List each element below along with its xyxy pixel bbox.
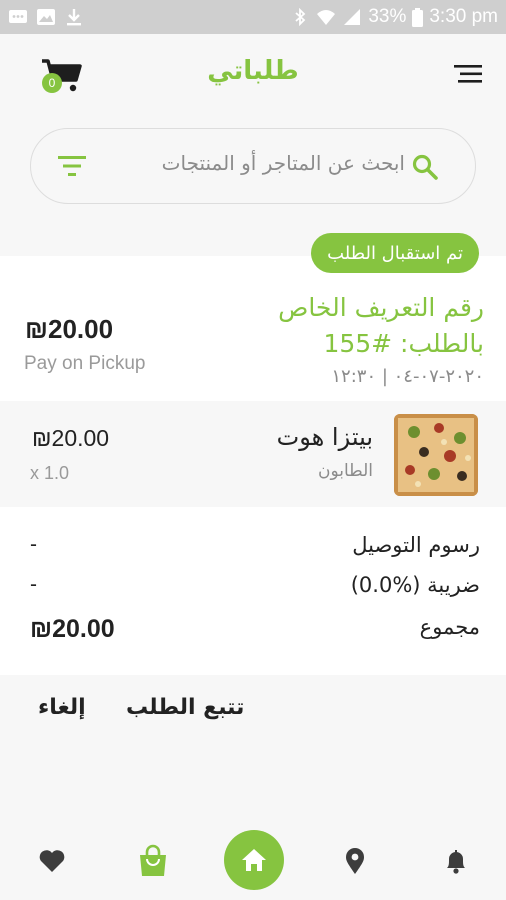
delivery-fee-row: رسوم التوصيل - bbox=[30, 533, 480, 569]
status-bar: 33% 3:30 pm bbox=[0, 0, 506, 34]
bottom-nav bbox=[0, 820, 506, 900]
total-row: مجموع ₪20.00 bbox=[30, 615, 480, 651]
search-icon[interactable] bbox=[411, 153, 439, 181]
search-bar[interactable]: ابحث عن المتاجر أو المنتجات bbox=[30, 128, 476, 204]
heart-icon[interactable] bbox=[37, 846, 67, 876]
item-store: الطابون bbox=[317, 461, 373, 481]
delivery-fee-value: - bbox=[30, 533, 37, 556]
cancel-order-button[interactable]: إلغاء bbox=[38, 695, 86, 720]
item-quantity: x 1.0 bbox=[30, 463, 70, 483]
item-name: بيتزا هوت bbox=[276, 423, 373, 451]
menu-icon[interactable] bbox=[454, 64, 482, 84]
bell-icon[interactable] bbox=[441, 846, 471, 876]
payment-method: Pay on Pickup bbox=[24, 353, 146, 374]
total-label: مجموع bbox=[419, 615, 480, 639]
tax-row: ضريبة (%0.0) - bbox=[30, 573, 480, 609]
shopping-bag-icon[interactable] bbox=[136, 844, 170, 878]
item-price: ₪20.00 bbox=[32, 425, 110, 451]
signal-icon bbox=[344, 9, 361, 25]
image-icon bbox=[37, 9, 55, 25]
battery-icon bbox=[412, 7, 424, 27]
track-order-button[interactable]: تتبع الطلب bbox=[126, 695, 244, 720]
tax-label: ضريبة (%0.0) bbox=[350, 573, 480, 597]
product-image bbox=[394, 414, 478, 496]
page-title: طلباتي bbox=[207, 56, 299, 86]
search-input[interactable]: ابحث عن المتاجر أو المنتجات bbox=[162, 151, 405, 175]
order-date: ٢٠٢٠-٠٧-٠٤ | ١٢:٣٠ bbox=[331, 366, 484, 387]
order-id: رقم التعريف الخاص بالطلب: #155 bbox=[278, 293, 484, 358]
delivery-fee-label: رسوم التوصيل bbox=[352, 533, 480, 557]
battery-level: 33% bbox=[368, 6, 407, 27]
home-button[interactable] bbox=[224, 830, 284, 890]
order-header-card: رقم التعريف الخاص بالطلب: #155 ٢٠٢٠-٠٧-٠… bbox=[0, 256, 506, 401]
order-summary: رسوم التوصيل - ضريبة (%0.0) - مجموع ₪20.… bbox=[0, 507, 506, 675]
app-bar: 0 طلباتي bbox=[0, 34, 506, 112]
tax-value: - bbox=[30, 573, 37, 596]
download-icon bbox=[67, 9, 81, 26]
clock: 3:30 pm bbox=[429, 6, 498, 27]
wifi-icon bbox=[317, 10, 336, 25]
order-status-badge: تم استقبال الطلب bbox=[311, 233, 479, 273]
messages-icon bbox=[9, 10, 27, 23]
location-icon[interactable] bbox=[340, 846, 370, 876]
bluetooth-icon bbox=[295, 8, 306, 26]
filter-icon[interactable] bbox=[57, 154, 87, 178]
home-icon bbox=[242, 849, 266, 871]
order-item: بيتزا هوت الطابون ₪20.00 x 1.0 bbox=[0, 401, 506, 507]
total-value: ₪20.00 bbox=[30, 615, 115, 643]
order-total: ₪20.00 bbox=[25, 314, 114, 344]
